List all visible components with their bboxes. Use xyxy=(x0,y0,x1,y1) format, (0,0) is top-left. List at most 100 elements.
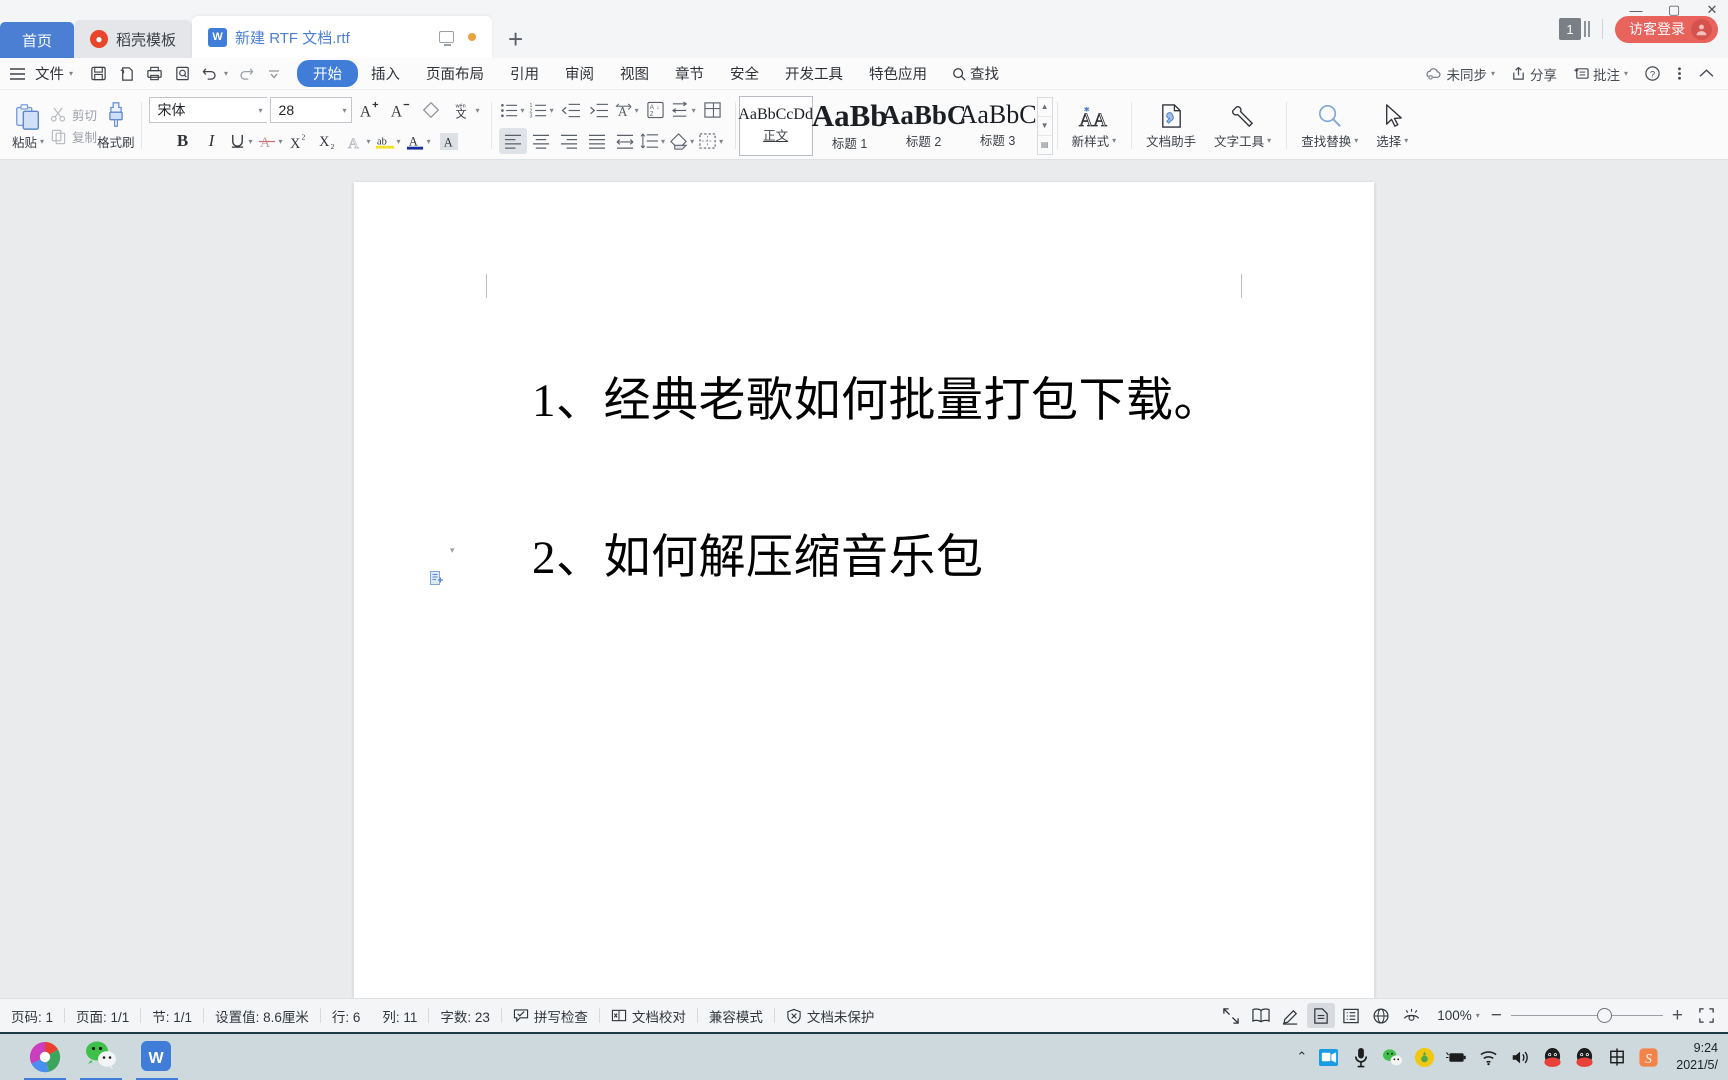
zoom-in-button[interactable]: + xyxy=(1672,1006,1683,1025)
status-spellcheck[interactable]: 拼写检查 xyxy=(502,1006,599,1026)
styles-expand-button[interactable]: ▤ xyxy=(1038,136,1052,154)
comment-button[interactable]: 批注 ▾ xyxy=(1566,62,1635,86)
align-right-button[interactable] xyxy=(555,128,583,154)
zoom-slider[interactable] xyxy=(1510,1008,1663,1023)
style-normal[interactable]: AaBbCcDd 正文 xyxy=(738,95,813,156)
tab-docer[interactable]: ● 稻壳模板 xyxy=(74,20,193,58)
tab-featured-apps[interactable]: 特色应用 xyxy=(856,60,940,87)
save-icon[interactable] xyxy=(85,61,112,87)
cut-button[interactable]: 剪切 xyxy=(50,105,97,124)
copy-button[interactable]: 复制 xyxy=(50,127,97,146)
screen-record-icon[interactable] xyxy=(1318,1047,1339,1068)
tab-home[interactable]: 首页 xyxy=(0,22,75,58)
taskbar-chrome-icon[interactable] xyxy=(24,1040,66,1080)
web-view-icon[interactable] xyxy=(1367,1003,1395,1028)
style-heading-1[interactable]: AaBb 标题 1 xyxy=(812,96,888,156)
page-view-icon[interactable] xyxy=(1307,1003,1336,1028)
tab-count-badge[interactable]: 1 xyxy=(1559,18,1581,40)
style-heading-2[interactable]: AaBbC 标题 2 xyxy=(881,96,967,156)
status-column[interactable]: 列: 11 xyxy=(371,1006,428,1026)
tab-insert[interactable]: 插入 xyxy=(358,60,413,87)
table-borders-button[interactable] xyxy=(699,97,727,123)
collapse-ribbon-button[interactable] xyxy=(1691,65,1722,82)
tab-start[interactable]: 开始 xyxy=(297,60,359,87)
line-spacing-button[interactable]: ▾ xyxy=(639,128,668,154)
sogou-icon[interactable]: S xyxy=(1638,1047,1659,1068)
italic-button[interactable]: I xyxy=(198,128,226,154)
strikethrough-button[interactable]: A ▾ xyxy=(257,128,286,154)
chevron-up-icon[interactable]: ⌃ xyxy=(1296,1049,1307,1065)
doc-assistant-button[interactable]: 文档助手 xyxy=(1137,102,1205,150)
new-tab-button[interactable]: + xyxy=(492,20,539,58)
document-paragraph-1[interactable]: 1、经典老歌如何批量打包下载。 xyxy=(494,372,1234,431)
align-left-button[interactable] xyxy=(499,128,528,154)
status-compatibility-mode[interactable]: 兼容模式 xyxy=(698,1006,774,1026)
taskbar-wps-icon[interactable]: W xyxy=(136,1040,178,1080)
login-button[interactable]: 访客登录 xyxy=(1615,15,1718,43)
tab-review[interactable]: 审阅 xyxy=(552,60,607,87)
customize-quick-access-icon[interactable] xyxy=(260,61,287,87)
increase-indent-button[interactable] xyxy=(585,97,613,123)
minimize-button[interactable]: — xyxy=(1628,3,1644,18)
fullscreen-icon[interactable] xyxy=(1217,1003,1245,1028)
tab-section[interactable]: 章节 xyxy=(662,60,717,87)
new-style-button[interactable]: AA 新样式 ▾ xyxy=(1063,102,1126,150)
security-icon[interactable] xyxy=(1414,1047,1435,1068)
status-word-count[interactable]: 字数: 23 xyxy=(429,1006,501,1026)
paste-button[interactable]: 粘贴 ▾ xyxy=(6,101,50,151)
status-row[interactable]: 行: 6 xyxy=(321,1006,372,1026)
font-family-combo[interactable]: 宋体 ▾ xyxy=(148,97,267,123)
fit-page-icon[interactable] xyxy=(1692,1003,1720,1028)
shading-button[interactable]: ▾ xyxy=(668,128,697,154)
outline-view-icon[interactable] xyxy=(1337,1003,1365,1028)
volume-icon[interactable] xyxy=(1510,1047,1531,1068)
tab-developer-tools[interactable]: 开发工具 xyxy=(772,60,856,87)
book-view-icon[interactable] xyxy=(1247,1003,1275,1028)
sync-status-button[interactable]: 未同步 ▾ xyxy=(1418,62,1502,86)
print-preview-icon[interactable] xyxy=(113,61,140,87)
distribute-button[interactable] xyxy=(611,128,639,154)
share-button[interactable]: 分享 xyxy=(1504,62,1564,86)
help-button[interactable]: ? xyxy=(1637,63,1668,84)
decrease-indent-button[interactable] xyxy=(557,97,585,123)
status-section[interactable]: 节: 1/1 xyxy=(141,1006,203,1026)
decrease-font-size-button[interactable]: A xyxy=(386,97,414,123)
document-text-body[interactable]: 1、经典老歌如何批量打包下载。 ▾ 2、如何解压缩音乐包 xyxy=(354,182,1374,588)
status-set-value[interactable]: 设置值: 8.6厘米 xyxy=(204,1006,320,1026)
zoom-slider-handle[interactable] xyxy=(1596,1008,1612,1023)
tab-document-rtf[interactable]: W 新建 RTF 文档.rtf xyxy=(192,16,493,58)
superscript-button[interactable]: X2 xyxy=(287,128,315,154)
text-tool-button[interactable]: 文字工具 ▾ xyxy=(1205,102,1280,150)
eye-protect-icon[interactable] xyxy=(1397,1003,1425,1028)
text-effects-button[interactable]: A ▾ xyxy=(345,128,374,154)
document-canvas[interactable]: 1、经典老歌如何批量打包下载。 ▾ 2、如何解压缩音乐包 xyxy=(0,160,1728,998)
tab-view[interactable]: 视图 xyxy=(607,60,662,87)
tab-list-icon[interactable] xyxy=(1584,21,1590,37)
print-icon[interactable] xyxy=(141,61,168,87)
menu-search-button[interactable]: 查找 xyxy=(940,60,1011,87)
increase-font-size-button[interactable]: A xyxy=(355,97,383,123)
wechat-tray-icon[interactable] xyxy=(1382,1047,1403,1068)
align-justify-button[interactable] xyxy=(583,128,611,154)
subscript-button[interactable]: X2 xyxy=(316,128,344,154)
presentation-icon[interactable] xyxy=(439,31,455,46)
undo-button[interactable]: ▾ xyxy=(197,61,231,87)
highlight-button[interactable]: ab ▾ xyxy=(375,128,404,154)
status-proofread[interactable]: 文档校对 xyxy=(600,1006,697,1026)
wifi-icon[interactable] xyxy=(1478,1047,1499,1068)
character-shading-button[interactable]: A xyxy=(435,128,463,154)
close-button[interactable]: ✕ xyxy=(1704,2,1720,18)
align-center-button[interactable] xyxy=(527,128,555,154)
taskbar-clock[interactable]: 9:24 2021/5/ xyxy=(1670,1040,1718,1074)
status-page-number[interactable]: 页码: 1 xyxy=(0,1006,64,1026)
microphone-icon[interactable] xyxy=(1350,1047,1371,1068)
tab-security[interactable]: 安全 xyxy=(717,60,772,87)
tab-page-layout[interactable]: 页面布局 xyxy=(413,60,497,87)
edit-pen-icon[interactable] xyxy=(1277,1003,1305,1028)
styles-scroll-down-button[interactable]: ▼ xyxy=(1037,117,1052,136)
format-painter-button[interactable]: 格式刷 xyxy=(97,100,135,151)
document-page[interactable]: 1、经典老歌如何批量打包下载。 ▾ 2、如何解压缩音乐包 xyxy=(354,182,1374,998)
qq-icon[interactable] xyxy=(1542,1047,1563,1068)
font-color-button[interactable]: A ▾ xyxy=(405,128,434,154)
maximize-button[interactable]: ▢ xyxy=(1666,2,1682,18)
